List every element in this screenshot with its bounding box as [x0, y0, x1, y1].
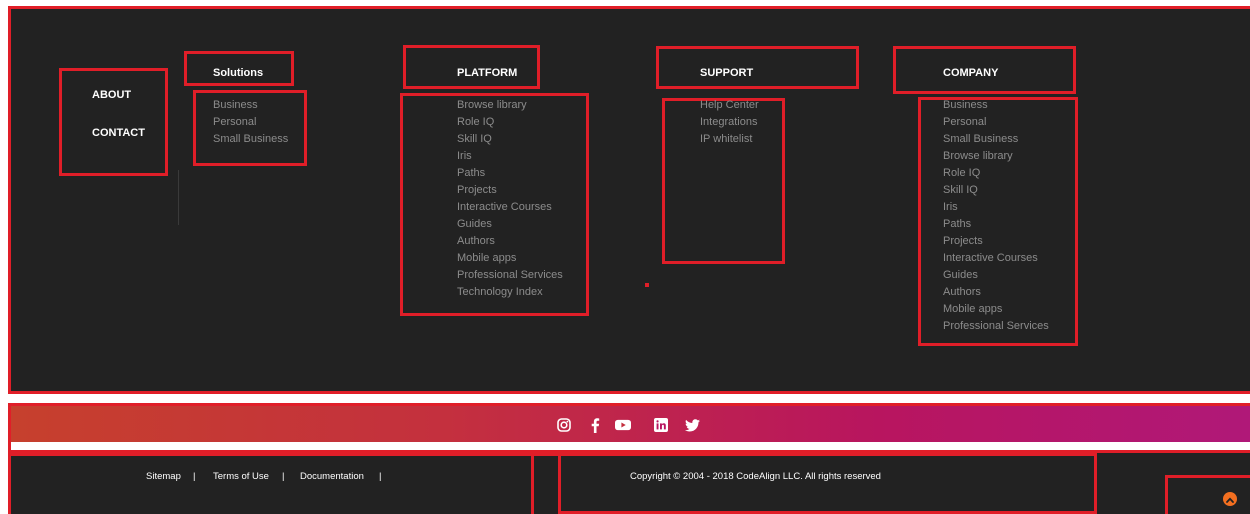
column-divider: [178, 170, 179, 225]
contact-link[interactable]: CONTACT: [92, 127, 145, 139]
platform-link[interactable]: Professional Services: [457, 267, 563, 284]
instagram-icon[interactable]: [556, 417, 572, 433]
twitter-icon[interactable]: [684, 417, 700, 433]
support-link-help-center[interactable]: Help Center: [700, 97, 759, 114]
company-list: Business Personal Small Business Browse …: [943, 97, 1049, 335]
platform-link[interactable]: Authors: [457, 233, 563, 250]
chevron-up-icon: [1226, 490, 1234, 508]
company-link[interactable]: Guides: [943, 267, 1049, 284]
bottom-links-box: [8, 453, 534, 514]
company-link[interactable]: Browse library: [943, 148, 1049, 165]
company-link[interactable]: Projects: [943, 233, 1049, 250]
company-link[interactable]: Personal: [943, 114, 1049, 131]
support-heading-box: [656, 46, 859, 89]
company-link[interactable]: Mobile apps: [943, 301, 1049, 318]
copyright-box: [558, 453, 1097, 514]
support-link-integrations[interactable]: Integrations: [700, 114, 759, 131]
platform-link[interactable]: Paths: [457, 165, 563, 182]
support-list: Help Center Integrations IP whitelist: [700, 97, 759, 148]
company-link[interactable]: Small Business: [943, 131, 1049, 148]
platform-link[interactable]: Role IQ: [457, 114, 563, 131]
bottom-spacer-box: [531, 453, 561, 514]
solutions-list: Business Personal Small Business: [213, 97, 288, 148]
platform-link[interactable]: Interactive Courses: [457, 199, 563, 216]
company-link[interactable]: Business: [943, 97, 1049, 114]
company-link[interactable]: Role IQ: [943, 165, 1049, 182]
primary-links-box: [59, 68, 168, 176]
company-link[interactable]: Iris: [943, 199, 1049, 216]
platform-link[interactable]: Browse library: [457, 97, 563, 114]
marker-dot: [645, 283, 649, 287]
separator: |: [282, 471, 285, 482]
facebook-icon[interactable]: [587, 417, 603, 433]
platform-link[interactable]: Mobile apps: [457, 250, 563, 267]
sitemap-link[interactable]: Sitemap: [146, 471, 181, 482]
linkedin-icon[interactable]: [653, 417, 669, 433]
company-link[interactable]: Authors: [943, 284, 1049, 301]
platform-link[interactable]: Technology Index: [457, 284, 563, 301]
documentation-link[interactable]: Documentation: [300, 471, 364, 482]
scroll-to-top-button[interactable]: [1223, 492, 1237, 506]
platform-heading: PLATFORM: [457, 67, 518, 79]
terms-of-use-link[interactable]: Terms of Use: [213, 471, 269, 482]
platform-link[interactable]: Guides: [457, 216, 563, 233]
support-link-ip-whitelist[interactable]: IP whitelist: [700, 131, 759, 148]
company-link[interactable]: Skill IQ: [943, 182, 1049, 199]
solutions-link-business[interactable]: Business: [213, 97, 288, 114]
separator: |: [379, 471, 382, 482]
support-heading: SUPPORT: [700, 67, 754, 79]
solutions-link-personal[interactable]: Personal: [213, 114, 288, 131]
separator: |: [193, 471, 196, 482]
platform-list: Browse library Role IQ Skill IQ Iris Pat…: [457, 97, 563, 301]
scroll-top-box: [1165, 475, 1250, 514]
copyright-text: Copyright © 2004 - 2018 CodeAlign LLC. A…: [630, 471, 881, 482]
platform-link[interactable]: Projects: [457, 182, 563, 199]
about-link[interactable]: ABOUT: [92, 89, 131, 101]
solutions-link-small-business[interactable]: Small Business: [213, 131, 288, 148]
solutions-heading: Solutions: [213, 67, 264, 79]
platform-link[interactable]: Skill IQ: [457, 131, 563, 148]
youtube-icon[interactable]: [615, 417, 631, 433]
company-link[interactable]: Interactive Courses: [943, 250, 1049, 267]
company-heading: COMPANY: [943, 67, 999, 79]
company-link[interactable]: Paths: [943, 216, 1049, 233]
company-link[interactable]: Professional Services: [943, 318, 1049, 335]
platform-link[interactable]: Iris: [457, 148, 563, 165]
